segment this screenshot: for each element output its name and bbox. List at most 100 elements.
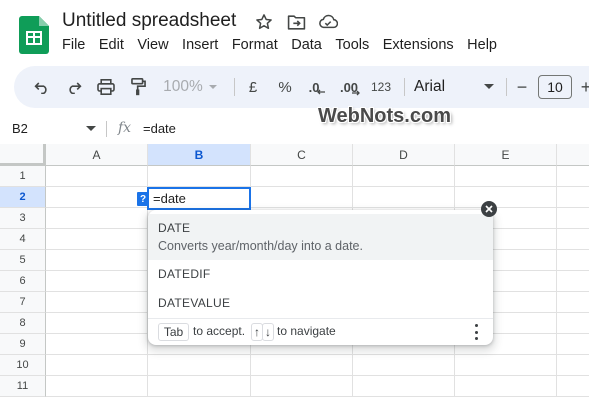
move-folder-icon[interactable] (286, 12, 306, 32)
row-header-2[interactable]: 2 (0, 187, 46, 208)
menu-tools[interactable]: Tools (335, 37, 369, 53)
formula-bar-divider (106, 121, 107, 137)
grid-cell[interactable] (251, 355, 353, 376)
undo-icon[interactable] (30, 66, 54, 108)
row-header-1[interactable]: 1 (0, 166, 46, 187)
menu-view[interactable]: View (137, 37, 168, 53)
zoom-select[interactable]: 100% (158, 66, 222, 108)
font-size-input[interactable]: 10 (538, 75, 572, 99)
grid-cell[interactable] (46, 208, 148, 229)
row-header-9[interactable]: 9 (0, 334, 46, 355)
currency-format-button[interactable]: £ (242, 66, 264, 108)
grid-cell[interactable] (46, 271, 148, 292)
grid-cell[interactable] (557, 187, 589, 208)
percent-format-button[interactable]: % (274, 66, 296, 108)
tab-key-hint: Tab (158, 323, 189, 341)
close-popup-icon[interactable] (481, 201, 497, 217)
grid-cell[interactable] (46, 187, 148, 208)
grid-cell[interactable] (46, 229, 148, 250)
suggestion-item-date[interactable]: DATE Converts year/month/day into a date… (148, 214, 493, 260)
menu-extensions[interactable]: Extensions (383, 37, 454, 53)
grid-cell[interactable] (557, 292, 589, 313)
increase-decimal-button[interactable]: .00 (336, 66, 364, 108)
grid-cell[interactable] (353, 376, 455, 397)
grid-cell[interactable] (455, 376, 557, 397)
increase-font-size-button[interactable]: + (576, 66, 589, 108)
grid-cell[interactable] (557, 334, 589, 355)
menu-data[interactable]: Data (291, 37, 322, 53)
name-box-dropdown-icon[interactable] (86, 126, 96, 131)
grid-cell[interactable] (455, 355, 557, 376)
grid-cell[interactable] (557, 166, 589, 187)
grid-cell[interactable] (148, 355, 251, 376)
column-header-a[interactable]: A (46, 144, 148, 166)
grid-cell[interactable] (46, 376, 148, 397)
formula-input[interactable]: =date (143, 116, 176, 142)
grid-cell[interactable] (148, 166, 251, 187)
column-header-c[interactable]: C (251, 144, 353, 166)
grid-cell[interactable] (353, 187, 455, 208)
font-select[interactable]: Arial (414, 66, 500, 108)
row-header-5[interactable]: 5 (0, 250, 46, 271)
grid-cell[interactable] (46, 334, 148, 355)
grid-cell[interactable] (46, 355, 148, 376)
grid-cell[interactable] (251, 376, 353, 397)
grid-cell[interactable] (46, 166, 148, 187)
redo-icon[interactable] (62, 66, 86, 108)
row-header-7[interactable]: 7 (0, 292, 46, 313)
grid-cell[interactable] (557, 376, 589, 397)
column-header-d[interactable]: D (353, 144, 455, 166)
star-icon[interactable] (254, 12, 274, 32)
formula-help-icon[interactable]: ? (137, 192, 149, 206)
name-box[interactable]: B2 (12, 116, 28, 142)
grid-cell[interactable] (557, 271, 589, 292)
row-header-6[interactable]: 6 (0, 271, 46, 292)
formula-autocomplete-popup: DATE Converts year/month/day into a date… (148, 210, 493, 345)
row-header-8[interactable]: 8 (0, 313, 46, 334)
menu-help[interactable]: Help (467, 37, 497, 53)
menu-file[interactable]: File (62, 37, 85, 53)
select-all-corner[interactable] (0, 144, 46, 166)
sheets-logo-icon[interactable] (19, 16, 49, 54)
grid-cell[interactable] (251, 187, 353, 208)
menu-edit[interactable]: Edit (99, 37, 124, 53)
grid-cell[interactable] (455, 187, 557, 208)
column-header[interactable] (557, 144, 589, 166)
decrease-font-size-button[interactable]: − (512, 66, 532, 108)
grid-cell[interactable] (557, 229, 589, 250)
number-format-button[interactable]: 123 (368, 66, 394, 108)
grid-cell[interactable] (46, 292, 148, 313)
menu-format[interactable]: Format (232, 37, 278, 53)
grid-cell[interactable] (46, 250, 148, 271)
grid-cell[interactable] (455, 166, 557, 187)
arrow-left-icon (317, 89, 326, 95)
cloud-saved-icon[interactable] (318, 12, 338, 32)
grid-cell[interactable] (46, 313, 148, 334)
column-header-e[interactable]: E (455, 144, 557, 166)
menu-insert[interactable]: Insert (182, 37, 218, 53)
document-title[interactable]: Untitled spreadsheet (62, 10, 236, 32)
zoom-value: 100% (163, 78, 203, 95)
grid-cell[interactable] (148, 376, 251, 397)
grid-cell[interactable] (353, 355, 455, 376)
decrease-decimal-button[interactable]: .0 (304, 66, 330, 108)
row-header-4[interactable]: 4 (0, 229, 46, 250)
suggestion-item-datedif[interactable]: DATEDIF (148, 262, 493, 288)
grid-cell[interactable] (557, 355, 589, 376)
grid-cell[interactable] (251, 166, 353, 187)
font-dropdown-icon (484, 84, 494, 89)
column-header-b[interactable]: B (148, 144, 251, 166)
suggestion-item-datevalue[interactable]: DATEVALUE (148, 290, 493, 316)
print-icon[interactable] (94, 66, 118, 108)
paint-format-icon[interactable] (126, 66, 150, 108)
grid-cell[interactable] (557, 250, 589, 271)
arrow-right-icon (352, 90, 360, 96)
row-header-3[interactable]: 3 (0, 208, 46, 229)
row-header-11[interactable]: 11 (0, 376, 46, 397)
grid-cell[interactable] (353, 166, 455, 187)
more-options-icon[interactable] (475, 324, 479, 340)
row-header-10[interactable]: 10 (0, 355, 46, 376)
grid-cell[interactable] (557, 313, 589, 334)
active-cell-editor[interactable]: =date (147, 187, 251, 210)
grid-cell[interactable] (557, 208, 589, 229)
